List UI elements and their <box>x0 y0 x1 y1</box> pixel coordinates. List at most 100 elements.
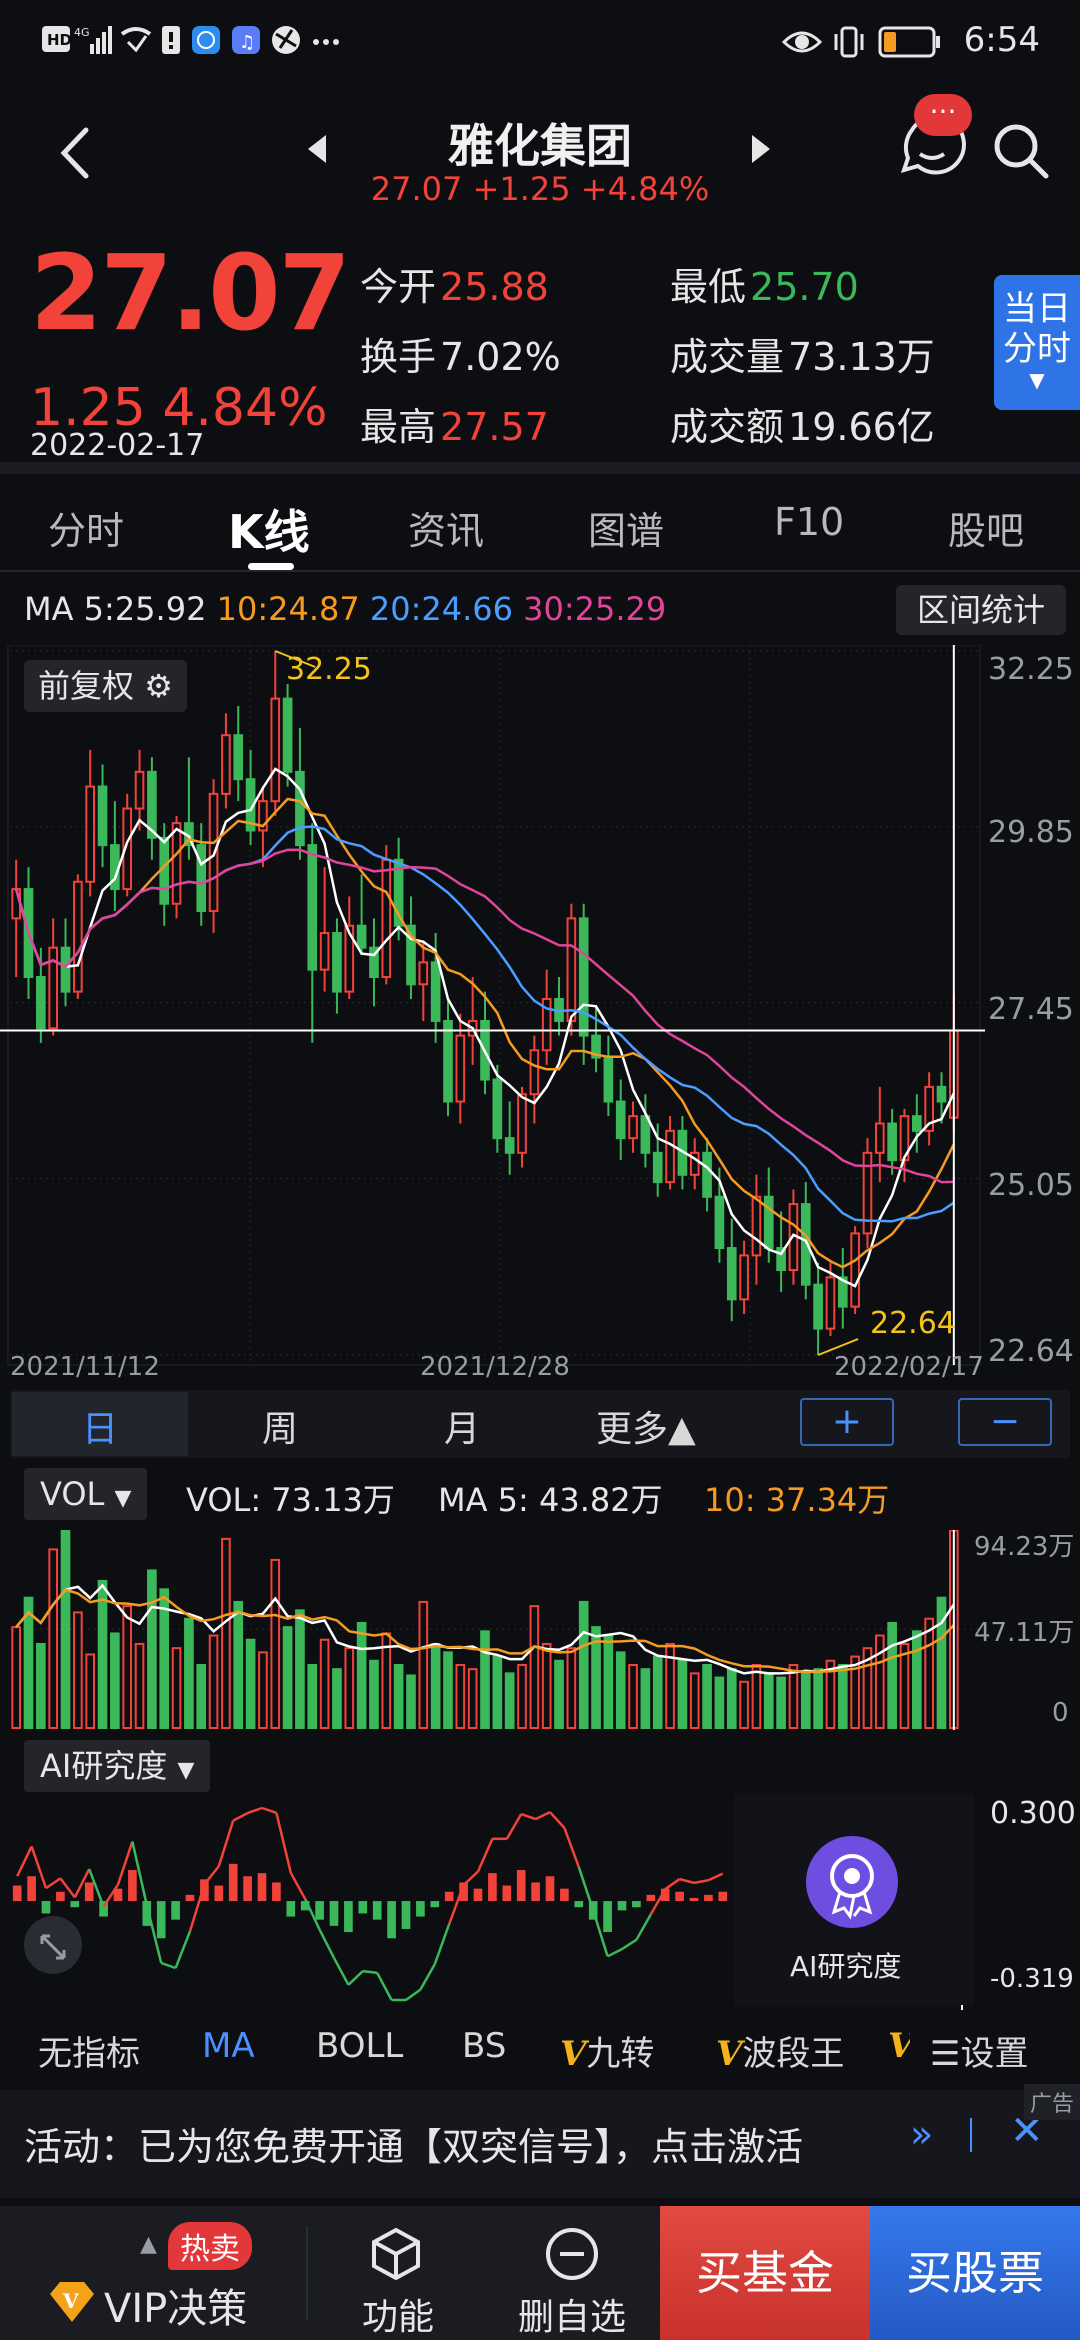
period-more[interactable]: 更多▲ <box>596 1400 696 1452</box>
candle <box>356 924 367 949</box>
header-change-pct: +4.84% <box>580 170 710 208</box>
volume-bar <box>443 1651 453 1729</box>
range-stats-button[interactable]: 区间统计 <box>896 585 1066 635</box>
status-right-icons <box>781 26 940 58</box>
remove-watchlist-button[interactable]: 删自选 <box>518 2288 626 2340</box>
ai-selector-label: AI研究度 <box>40 1747 168 1785</box>
candle <box>813 1283 823 1330</box>
function-button[interactable]: 功能 <box>362 2288 434 2340</box>
zoom-out-button[interactable]: − <box>958 1398 1052 1446</box>
settings-label: 设置 <box>960 2034 1029 2074</box>
candle <box>381 858 392 978</box>
volume-bar <box>726 1668 737 1730</box>
x-tick-mid: 2021/12/28 <box>420 1352 570 1382</box>
tab-kline[interactable]: K线 <box>228 496 310 562</box>
ai-trend-line <box>505 1813 523 1840</box>
indicator-ma[interactable]: MA <box>202 2026 255 2066</box>
ai-bar <box>473 1888 483 1902</box>
indicator-boduanwang[interactable]: V波段王 <box>716 2026 844 2075</box>
ai-bar <box>430 1901 440 1908</box>
ai-bar <box>704 1894 713 1902</box>
ai-trend-line <box>664 1878 681 1891</box>
volume-bar <box>887 1621 897 1729</box>
buy-stock-button[interactable]: 买股票 <box>870 2206 1080 2340</box>
tab-forum[interactable]: 股吧 <box>948 500 1024 555</box>
search-icon[interactable] <box>990 120 1052 182</box>
volume-bar <box>60 1530 71 1729</box>
candle <box>97 785 108 847</box>
today-intraday-button[interactable]: 当日 分时 ▼ <box>994 275 1080 410</box>
volume-bar <box>344 1647 355 1729</box>
tab-f10[interactable]: F10 <box>774 500 844 544</box>
ad-tag: 广告 <box>1023 2084 1080 2120</box>
ai-indicator-selector[interactable]: AI研究度 ▼ <box>24 1740 211 1792</box>
volume-bar <box>221 1537 231 1730</box>
ai-research-button[interactable] <box>806 1836 898 1928</box>
indicator-bs[interactable]: BS <box>462 2026 506 2066</box>
indicator-none[interactable]: 无指标 <box>38 2026 140 2075</box>
buy-fund-button[interactable]: 买基金 <box>660 2206 870 2340</box>
section-divider <box>0 462 1080 474</box>
svg-text:V: V <box>62 2289 79 2313</box>
ai-bar <box>329 1901 339 1926</box>
volume-bar <box>615 1651 626 1729</box>
dropdown-icon: ▼ <box>177 1758 195 1783</box>
indicator-boll[interactable]: BOLL <box>316 2026 403 2066</box>
ai-bar <box>531 1882 540 1902</box>
volume-bar <box>48 1548 59 1730</box>
ai-bar <box>344 1901 353 1933</box>
indicator-settings[interactable]: ☰设置 <box>910 2026 1029 2075</box>
open-price: 今开 25.88 <box>360 256 549 311</box>
volume-bar <box>529 1605 540 1729</box>
low-price: 最低 25.70 <box>670 256 859 311</box>
minus-circle-icon <box>546 2228 598 2280</box>
ai-bar <box>12 1885 22 1902</box>
ai-trend-line <box>203 1865 220 1886</box>
ai-y-top: 0.300 <box>990 1796 1076 1831</box>
period-month[interactable]: 月 <box>444 1400 480 1452</box>
dropdown-triangle-icon: ▼ <box>1029 368 1045 392</box>
ai-trend-line <box>549 1811 566 1829</box>
volume-bar <box>467 1668 478 1730</box>
tab-news[interactable]: 资讯 <box>408 500 484 555</box>
ai-bar <box>502 1885 512 1902</box>
vol-y-tick: 47.11万 <box>974 1618 1075 1648</box>
tab-intraday[interactable]: 分时 <box>48 500 124 555</box>
volume-chart[interactable] <box>0 1530 1080 1730</box>
candle <box>418 961 429 986</box>
vip-decision-button[interactable]: VIP决策 <box>104 2276 247 2334</box>
high-price: 最高 27.57 <box>360 396 549 451</box>
volume-bar <box>566 1647 577 1729</box>
volume-bar <box>504 1672 515 1730</box>
ai-trend-line <box>520 1812 537 1821</box>
header-price: 27.07 <box>370 170 463 208</box>
y-tick-label: 25.05 <box>988 1168 1074 1203</box>
dropdown-icon: ▼ <box>114 1486 132 1511</box>
kline-chart[interactable] <box>0 645 1080 1385</box>
back-icon[interactable] <box>48 118 108 188</box>
ai-trend-line <box>332 1957 350 1986</box>
tab-graph[interactable]: 图谱 <box>588 500 664 555</box>
vol-indicator-selector[interactable]: VOL ▼ <box>24 1468 148 1520</box>
adjust-right-selector[interactable]: 前复权 ⚙ <box>24 660 187 712</box>
zoom-in-button[interactable]: + <box>800 1398 894 1446</box>
ai-bar <box>488 1873 497 1902</box>
ma20-value: 20:24.66 <box>369 590 513 628</box>
indicator-jiuzhuan[interactable]: V九转 <box>560 2026 654 2075</box>
hot-badge: 热卖 <box>168 2222 252 2270</box>
candle <box>134 770 145 810</box>
period-day[interactable]: 日 <box>82 1400 118 1452</box>
volume-bar <box>245 1638 256 1729</box>
next-stock-arrow-icon[interactable] <box>752 135 770 163</box>
volume-bar <box>356 1621 367 1729</box>
volume-bar <box>11 1626 21 1729</box>
volume-bar <box>184 1617 194 1729</box>
expand-icon[interactable] <box>24 1916 82 1974</box>
volume-bar <box>196 1663 207 1730</box>
amount-label: 成交额 <box>670 405 785 449</box>
period-week[interactable]: 周 <box>262 1400 298 1452</box>
vol-y-tick: 0 <box>1052 1698 1069 1728</box>
ai-trend-line <box>318 1929 336 1959</box>
volume-bar <box>924 1617 934 1729</box>
ai-bar <box>675 1891 684 1902</box>
